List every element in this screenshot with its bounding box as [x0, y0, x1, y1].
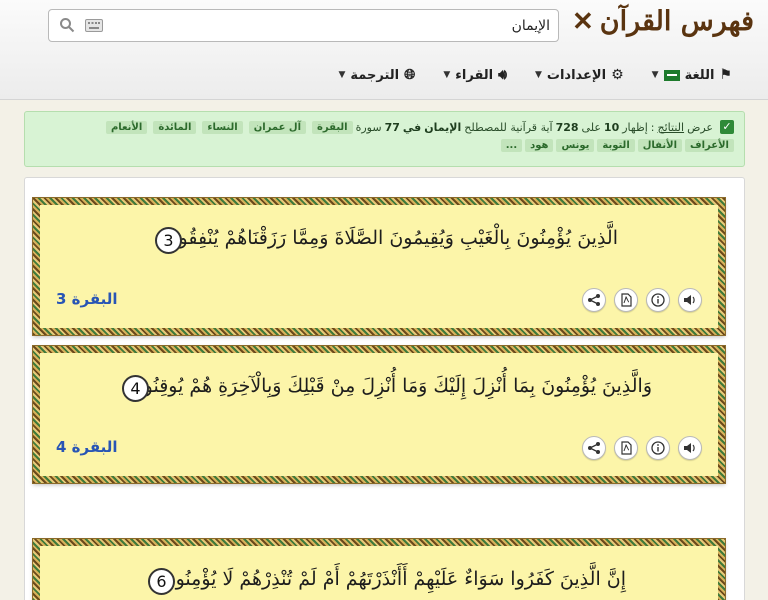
nav-translation[interactable]: 🌐︎ الترجمة ▼: [339, 62, 416, 88]
nav-settings[interactable]: ⚙ الإعدادات ▼: [535, 62, 624, 88]
nav-language-label: اللغة: [684, 67, 715, 83]
verse-reference-link[interactable]: البقرة 3: [56, 290, 118, 308]
speaker-icon: 🔊︎: [498, 67, 507, 83]
chevron-down-icon: ▼: [443, 70, 451, 80]
verse-text: الَّذِينَ يُؤْمِنُونَ بِالْغَيْبِ وَيُقِ…: [164, 227, 618, 249]
globe-icon: 🌐︎: [404, 67, 416, 83]
search-input[interactable]: [140, 14, 550, 38]
play-audio-button[interactable]: [678, 288, 702, 312]
surah-tag[interactable]: المائدة: [153, 120, 197, 134]
saudi-flag-icon: [663, 69, 680, 81]
flag-icon: ⚑: [719, 67, 732, 83]
verse-card: إِنَّ الَّذِينَ كَفَرُوا سَوَاءٌ عَلَيْه…: [33, 539, 725, 600]
site-logo[interactable]: فهرس القرآن ✕: [572, 6, 754, 37]
check-icon: ✓: [720, 120, 734, 134]
notice-total-count: 728: [555, 120, 579, 134]
verse-card: الَّذِينَ يُؤْمِنُونَ بِالْغَيْبِ وَيُقِ…: [33, 198, 725, 335]
surah-tag[interactable]: التوبة: [597, 139, 635, 152]
surah-tag[interactable]: الأنفال: [637, 139, 683, 152]
nav-reciters-label: القراء: [455, 67, 494, 83]
notice-surah-count: 77: [384, 120, 400, 134]
surah-tag[interactable]: النساء: [202, 120, 243, 134]
pdf-icon: [621, 293, 632, 307]
share-button[interactable]: [582, 436, 606, 460]
verse-actions: [582, 436, 702, 460]
nav-translation-label: الترجمة: [350, 67, 400, 83]
pdf-button[interactable]: [614, 288, 638, 312]
notice-lead: عرض: [687, 120, 713, 134]
notice-colon: :: [650, 120, 655, 134]
pdf-icon: [621, 441, 632, 455]
notice-surah-word: سورة: [355, 120, 382, 134]
verse-text: إِنَّ الَّذِينَ كَفَرُوا سَوَاءٌ عَلَيْه…: [161, 568, 626, 590]
verse-actions: [582, 288, 702, 312]
verse-number: 6: [148, 568, 175, 595]
nav-reciters[interactable]: 🔊︎ القراء ▼: [443, 62, 507, 88]
verse-reference-link[interactable]: البقرة 4: [56, 438, 118, 456]
logo-text: فهرس القرآن: [599, 6, 754, 37]
speaker-icon: [684, 295, 695, 305]
notice-in: في: [402, 120, 422, 134]
info-icon: [651, 293, 665, 307]
search-box: [48, 9, 559, 42]
keyboard-icon[interactable]: [85, 19, 103, 32]
logo-pen-icon: ✕: [571, 6, 594, 37]
notice-shown-count: 10: [603, 120, 620, 134]
notice-on: على: [581, 120, 601, 134]
notice-ayah-text: آية قرآنية للمصطلح: [464, 120, 553, 134]
share-button[interactable]: [582, 288, 606, 312]
surah-tag[interactable]: هود: [525, 139, 554, 152]
notice-results-link[interactable]: النتائج: [658, 121, 685, 134]
chevron-down-icon: ▼: [651, 70, 659, 80]
pdf-button[interactable]: [614, 436, 638, 460]
app-header: فهرس القرآن ✕ 🌐︎ الترجمة ▼ 🔊︎ القراء ▼ ⚙: [0, 0, 768, 100]
main-nav: 🌐︎ الترجمة ▼ 🔊︎ القراء ▼ ⚙ الإعدادات ▼ ⚑…: [339, 62, 733, 88]
surah-tag[interactable]: آل عمران: [248, 120, 307, 134]
notice-term: الإيمان: [424, 120, 462, 134]
speaker-icon: [684, 443, 695, 453]
play-audio-button[interactable]: [678, 436, 702, 460]
info-button[interactable]: [646, 288, 670, 312]
share-icon: [588, 294, 600, 306]
search-icon[interactable]: [59, 17, 75, 33]
more-surahs-tag[interactable]: ...: [500, 139, 523, 152]
verse-number: 4: [122, 375, 149, 402]
verse-text: وَالَّذِينَ يُؤْمِنُونَ بِمَا أُنْزِلَ إ…: [129, 375, 652, 397]
surah-tag[interactable]: الأنعام: [105, 120, 148, 134]
results-notice: ✓ عرض النتائج : إظهار 10 على 728 آية قرآ…: [24, 111, 745, 167]
nav-settings-label: الإعدادات: [546, 67, 607, 83]
chevron-down-icon: ▼: [338, 70, 346, 80]
verse-number: 3: [155, 227, 182, 254]
info-button[interactable]: [646, 436, 670, 460]
gear-icon: ⚙: [611, 67, 624, 83]
chevron-down-icon: ▼: [534, 70, 542, 80]
share-icon: [588, 442, 600, 454]
notice-show: إظهار: [622, 120, 648, 134]
surah-tag[interactable]: الأعراف: [685, 139, 734, 152]
surah-tag[interactable]: يونس: [556, 139, 595, 152]
nav-language[interactable]: ⚑ اللغة ▼: [652, 62, 732, 88]
surah-tag[interactable]: البقرة: [312, 120, 353, 134]
info-icon: [651, 441, 665, 455]
verse-card: وَالَّذِينَ يُؤْمِنُونَ بِمَا أُنْزِلَ إ…: [33, 346, 725, 483]
